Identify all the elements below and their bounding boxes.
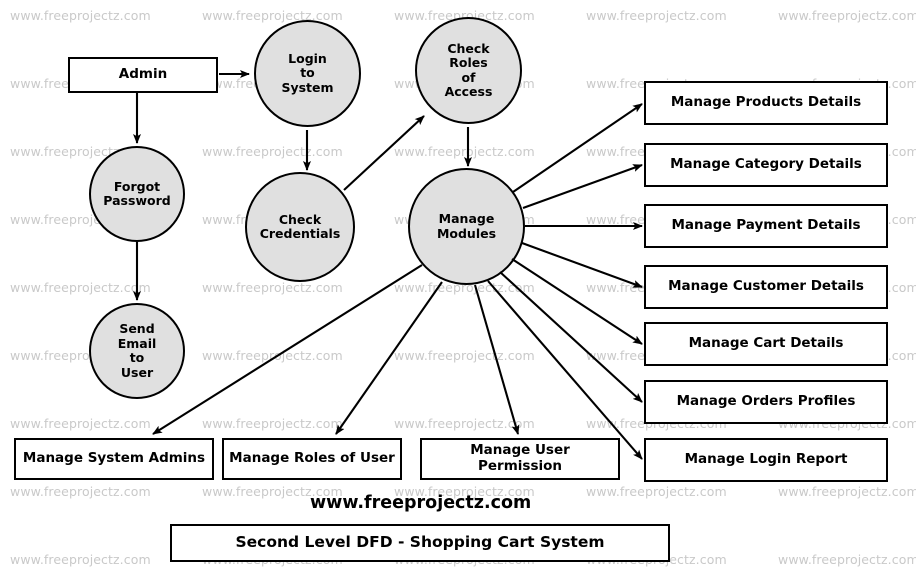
watermark-text: www.freeprojectz.com <box>202 280 343 295</box>
watermark-text: www.freeprojectz.com <box>202 144 343 159</box>
dfd-canvas: www.freeprojectz.com www.freeprojectz.com… <box>0 0 916 587</box>
flow-manage-modules-to-manage-roles-of-user <box>335 281 443 435</box>
watermark-text: www.freeprojectz.com <box>586 484 727 499</box>
watermark-text: www.freeprojectz.com <box>202 348 343 363</box>
process-forgot-password[interactable]: Forgot Password <box>89 146 185 242</box>
site-credit: www.freeprojectz.com <box>310 493 531 513</box>
datastore-manage-system-admins-label: Manage System Admins <box>22 450 206 467</box>
datastore-manage-roles-of-user-label: Manage Roles of User <box>229 450 395 467</box>
process-manage-modules[interactable]: Manage Modules <box>408 168 525 285</box>
watermark-text: www.freeprojectz.com <box>10 8 151 23</box>
flow-manage-modules-to-manage-products-details <box>512 103 643 193</box>
flow-manage-modules-to-manage-cart-details <box>511 258 643 345</box>
datastore-manage-payment-details[interactable]: Manage Payment Details <box>644 204 888 248</box>
watermark-text: www.freeprojectz.com <box>778 8 916 23</box>
datastore-manage-customer-details-label: Manage Customer Details <box>668 278 864 295</box>
watermark-text: www.freeprojectz.com <box>202 8 343 23</box>
process-manage-modules-label: Manage Modules <box>436 211 497 241</box>
datastore-manage-category-details-label: Manage Category Details <box>670 156 862 173</box>
flow-manage-modules-to-manage-login-report <box>487 280 643 460</box>
datastore-manage-customer-details[interactable]: Manage Customer Details <box>644 265 888 309</box>
process-check-roles-of-access-label: Check Roles of Access <box>444 40 493 99</box>
process-login-to-system[interactable]: Login to System <box>254 20 361 127</box>
datastore-manage-orders-profiles[interactable]: Manage Orders Profiles <box>644 380 888 424</box>
datastore-manage-cart-details-label: Manage Cart Details <box>688 335 844 352</box>
flow-manage-modules-to-manage-category-details <box>522 164 643 209</box>
process-check-credentials-label: Check Credentials <box>259 211 341 241</box>
watermark-text: www.freeprojectz.com <box>778 552 916 567</box>
process-send-email-to-user[interactable]: Send Email to User <box>89 303 185 399</box>
watermark-text: www.freeprojectz.com <box>10 416 151 431</box>
diagram-title-label: Second Level DFD - Shopping Cart System <box>235 533 605 552</box>
watermark-text: www.freeprojectz.com <box>586 8 727 23</box>
site-credit-text: www.freeprojectz.com <box>310 493 532 513</box>
datastore-manage-roles-of-user[interactable]: Manage Roles of User <box>222 438 402 480</box>
flow-manage-modules-to-manage-orders-profiles <box>499 271 643 403</box>
watermark-text: www.freeprojectz.com <box>10 484 151 499</box>
datastore-manage-login-report-label: Manage Login Report <box>684 451 848 468</box>
entity-admin[interactable]: Admin <box>68 57 218 93</box>
datastore-manage-products-details-label: Manage Products Details <box>670 94 862 111</box>
watermark-text: www.freeprojectz.com <box>10 280 151 295</box>
watermark-text: www.freeprojectz.com <box>394 348 535 363</box>
datastore-manage-system-admins[interactable]: Manage System Admins <box>14 438 214 480</box>
entity-admin-label: Admin <box>118 66 168 83</box>
process-send-email-to-user-label: Send Email to User <box>117 321 157 380</box>
flow-check-credentials-to-check-roles <box>343 115 425 191</box>
watermark-text: www.freeprojectz.com <box>202 416 343 431</box>
watermark-text: www.freeprojectz.com <box>394 144 535 159</box>
process-check-roles-of-access[interactable]: Check Roles of Access <box>415 17 522 124</box>
datastore-manage-payment-details-label: Manage Payment Details <box>671 217 861 234</box>
datastore-manage-category-details[interactable]: Manage Category Details <box>644 143 888 187</box>
watermark-text: www.freeprojectz.com <box>778 484 916 499</box>
diagram-title-box: Second Level DFD - Shopping Cart System <box>170 524 670 562</box>
datastore-manage-cart-details[interactable]: Manage Cart Details <box>644 322 888 366</box>
process-check-credentials[interactable]: Check Credentials <box>245 172 355 282</box>
flow-manage-modules-to-manage-user-permission <box>473 284 520 435</box>
datastore-manage-user-permission[interactable]: Manage User Permission <box>420 438 620 480</box>
datastore-manage-user-permission-label: Manage User Permission <box>470 442 570 474</box>
flow-manage-modules-to-manage-system-admins <box>152 264 423 435</box>
flow-manage-modules-to-manage-customer-details <box>521 242 643 288</box>
watermark-text: www.freeprojectz.com <box>394 416 535 431</box>
datastore-manage-login-report[interactable]: Manage Login Report <box>644 438 888 482</box>
datastore-manage-products-details[interactable]: Manage Products Details <box>644 81 888 125</box>
process-forgot-password-label: Forgot Password <box>103 178 171 208</box>
process-login-to-system-label: Login to System <box>281 50 334 95</box>
watermark-text: www.freeprojectz.com <box>10 552 151 567</box>
datastore-manage-orders-profiles-label: Manage Orders Profiles <box>676 393 856 410</box>
